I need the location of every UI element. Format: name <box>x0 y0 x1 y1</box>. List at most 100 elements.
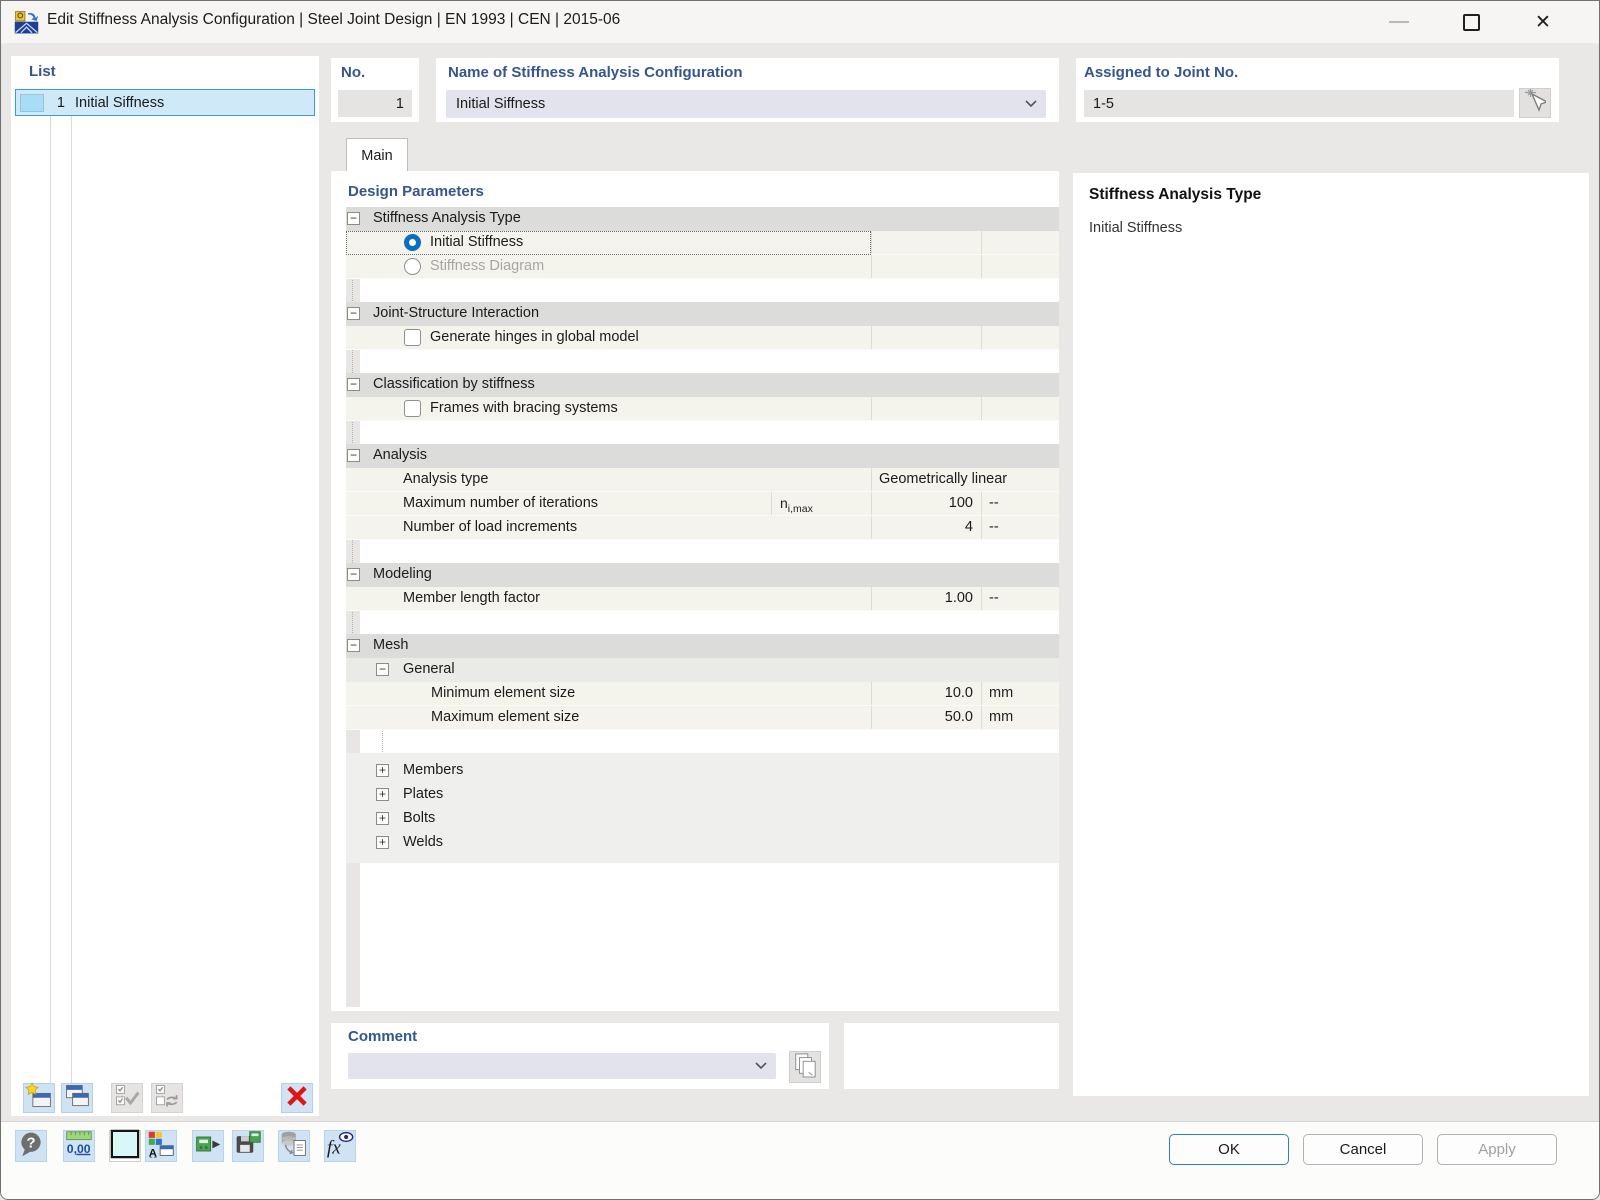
tree-section-modeling[interactable]: − Modeling <box>346 563 1059 587</box>
parameter-value[interactable]: 4 <box>871 516 981 539</box>
chevron-down-icon <box>755 1058 767 1074</box>
tree-row-collapsed[interactable]: + Bolts <box>346 807 1059 831</box>
assigned-input[interactable]: 1-5 <box>1084 90 1514 117</box>
parameter-unit <box>981 326 1059 349</box>
parameter-value[interactable]: Geometrically linear <box>871 468 1059 491</box>
help-icon: ? <box>17 1130 45 1163</box>
radio-row[interactable]: Initial Stiffness <box>346 231 1059 255</box>
copy-window-icon <box>63 1082 91 1115</box>
parameter-unit: -- <box>981 516 1059 539</box>
tree-subsection-general[interactable]: − General <box>346 658 1059 682</box>
checkbox-unchecked-icon[interactable] <box>404 400 421 417</box>
display-options-icon: A <box>147 1130 175 1163</box>
tree-section-joint-structure-interaction[interactable]: − Joint-Structure Interaction <box>346 302 1059 326</box>
section-label: Analysis <box>373 447 427 463</box>
tab-main[interactable]: Main <box>346 138 408 172</box>
expand-icon[interactable]: + <box>376 812 389 825</box>
name-combobox[interactable]: Initial Siffness <box>446 90 1046 118</box>
tree-row-collapsed[interactable]: + Plates <box>346 783 1059 807</box>
comment-combobox[interactable] <box>348 1053 776 1079</box>
expand-icon[interactable]: + <box>376 788 389 801</box>
parameter-value[interactable]: 100 <box>871 492 981 515</box>
new-item-button[interactable] <box>23 1081 55 1113</box>
checkbox-row[interactable]: Frames with bracing systems <box>346 397 1059 421</box>
radio-unselected-icon[interactable] <box>404 258 421 275</box>
section-label: Joint-Structure Interaction <box>373 305 540 321</box>
parameter-row[interactable]: Number of load increments 4 -- <box>346 516 1059 540</box>
units-settings-button[interactable]: 0,00 <box>63 1130 95 1162</box>
color-swatch-button[interactable] <box>109 1129 141 1164</box>
parameter-value[interactable]: 50.0 <box>871 706 981 729</box>
tree-row-label: Bolts <box>403 810 436 826</box>
import-config-button[interactable] <box>192 1130 224 1162</box>
parameter-row[interactable]: Maximum element size 50.0 mm <box>346 706 1059 730</box>
parameter-row[interactable]: Minimum element size 10.0 mm <box>346 682 1059 706</box>
info-panel: Stiffness Analysis Type Initial Stiffnes… <box>1073 173 1589 1096</box>
minimize-icon <box>1389 21 1409 23</box>
collapse-icon[interactable]: − <box>347 212 360 225</box>
titlebar: Edit Stiffness Analysis Configuration | … <box>1 1 1599 43</box>
configuration-list: 1 Initial Siffness <box>15 89 315 116</box>
parameter-row[interactable]: Analysis type Geometrically linear <box>346 468 1059 492</box>
check-sync-button <box>151 1083 183 1113</box>
color-swatch-icon <box>110 1129 140 1164</box>
parameter-row[interactable]: Maximum number of iterations ni,max 100 -- <box>346 492 1059 516</box>
tree-section-stiffness-analysis-type[interactable]: − Stiffness Analysis Type <box>346 207 1059 231</box>
name-combobox-value: Initial Siffness <box>456 96 546 112</box>
database-doc-icon <box>280 1130 308 1163</box>
number-input[interactable]: 1 <box>338 90 412 117</box>
list-item[interactable]: 1 Initial Siffness <box>15 89 315 116</box>
checkbox-row[interactable]: Generate hinges in global model <box>346 326 1059 350</box>
item-number: 1 <box>56 94 65 111</box>
expand-icon[interactable]: + <box>376 764 389 777</box>
collapse-icon[interactable]: − <box>347 639 360 652</box>
help-button[interactable]: ? <box>15 1130 47 1162</box>
ok-button[interactable]: OK <box>1169 1134 1289 1165</box>
pick-joints-button[interactable] <box>1519 87 1551 118</box>
tree-row-collapsed[interactable]: + Welds <box>346 831 1059 855</box>
tree-row-collapsed[interactable]: + Members <box>346 759 1059 783</box>
tree-section-mesh[interactable]: − Mesh <box>346 634 1059 658</box>
delete-item-button[interactable] <box>281 1083 313 1113</box>
collapse-icon[interactable]: − <box>347 449 360 462</box>
radio-row[interactable]: Stiffness Diagram <box>346 255 1059 279</box>
collapse-icon[interactable]: − <box>347 378 360 391</box>
list-column-divider <box>71 89 72 1111</box>
save-config-button[interactable] <box>232 1130 264 1162</box>
cancel-button[interactable]: Cancel <box>1303 1134 1423 1165</box>
section-label: Classification by stiffness <box>373 376 535 392</box>
database-button[interactable] <box>278 1130 310 1162</box>
parameter-unit <box>981 231 1059 254</box>
expand-icon[interactable]: + <box>376 836 389 849</box>
parameter-label: Analysis type <box>403 471 489 487</box>
maximize-button[interactable] <box>1441 1 1501 43</box>
app-icon <box>14 10 39 35</box>
copy-item-button[interactable] <box>61 1083 93 1113</box>
formula-eye-icon: fx <box>326 1130 354 1163</box>
checkbox-label: Frames with bracing systems <box>430 400 618 416</box>
display-options-button[interactable]: A <box>145 1130 177 1162</box>
collapse-icon[interactable]: − <box>347 307 360 320</box>
parameter-row[interactable]: Member length factor 1.00 -- <box>346 587 1059 611</box>
formula-visibility-button[interactable]: fx <box>324 1130 356 1162</box>
collapse-icon[interactable]: − <box>376 663 389 676</box>
tree-section-analysis[interactable]: − Analysis <box>346 444 1059 468</box>
minimize-button[interactable] <box>1369 1 1429 43</box>
tree-section-classification-by-stiffness[interactable]: − Classification by stiffness <box>346 373 1059 397</box>
window-title: Edit Stiffness Analysis Configuration | … <box>47 11 621 28</box>
checkbox-unchecked-icon[interactable] <box>404 329 421 346</box>
dialog-window: Edit Stiffness Analysis Configuration | … <box>0 0 1600 1200</box>
parameter-value[interactable]: 10.0 <box>871 682 981 705</box>
parameter-value <box>871 255 981 278</box>
parameter-value[interactable]: 1.00 <box>871 587 981 610</box>
close-button[interactable]: ✕ <box>1513 1 1573 43</box>
check-all-icon <box>113 1082 141 1115</box>
comment-panel: Comment <box>331 1023 829 1089</box>
collapse-icon[interactable]: − <box>347 568 360 581</box>
copy-comment-button[interactable] <box>789 1051 821 1083</box>
